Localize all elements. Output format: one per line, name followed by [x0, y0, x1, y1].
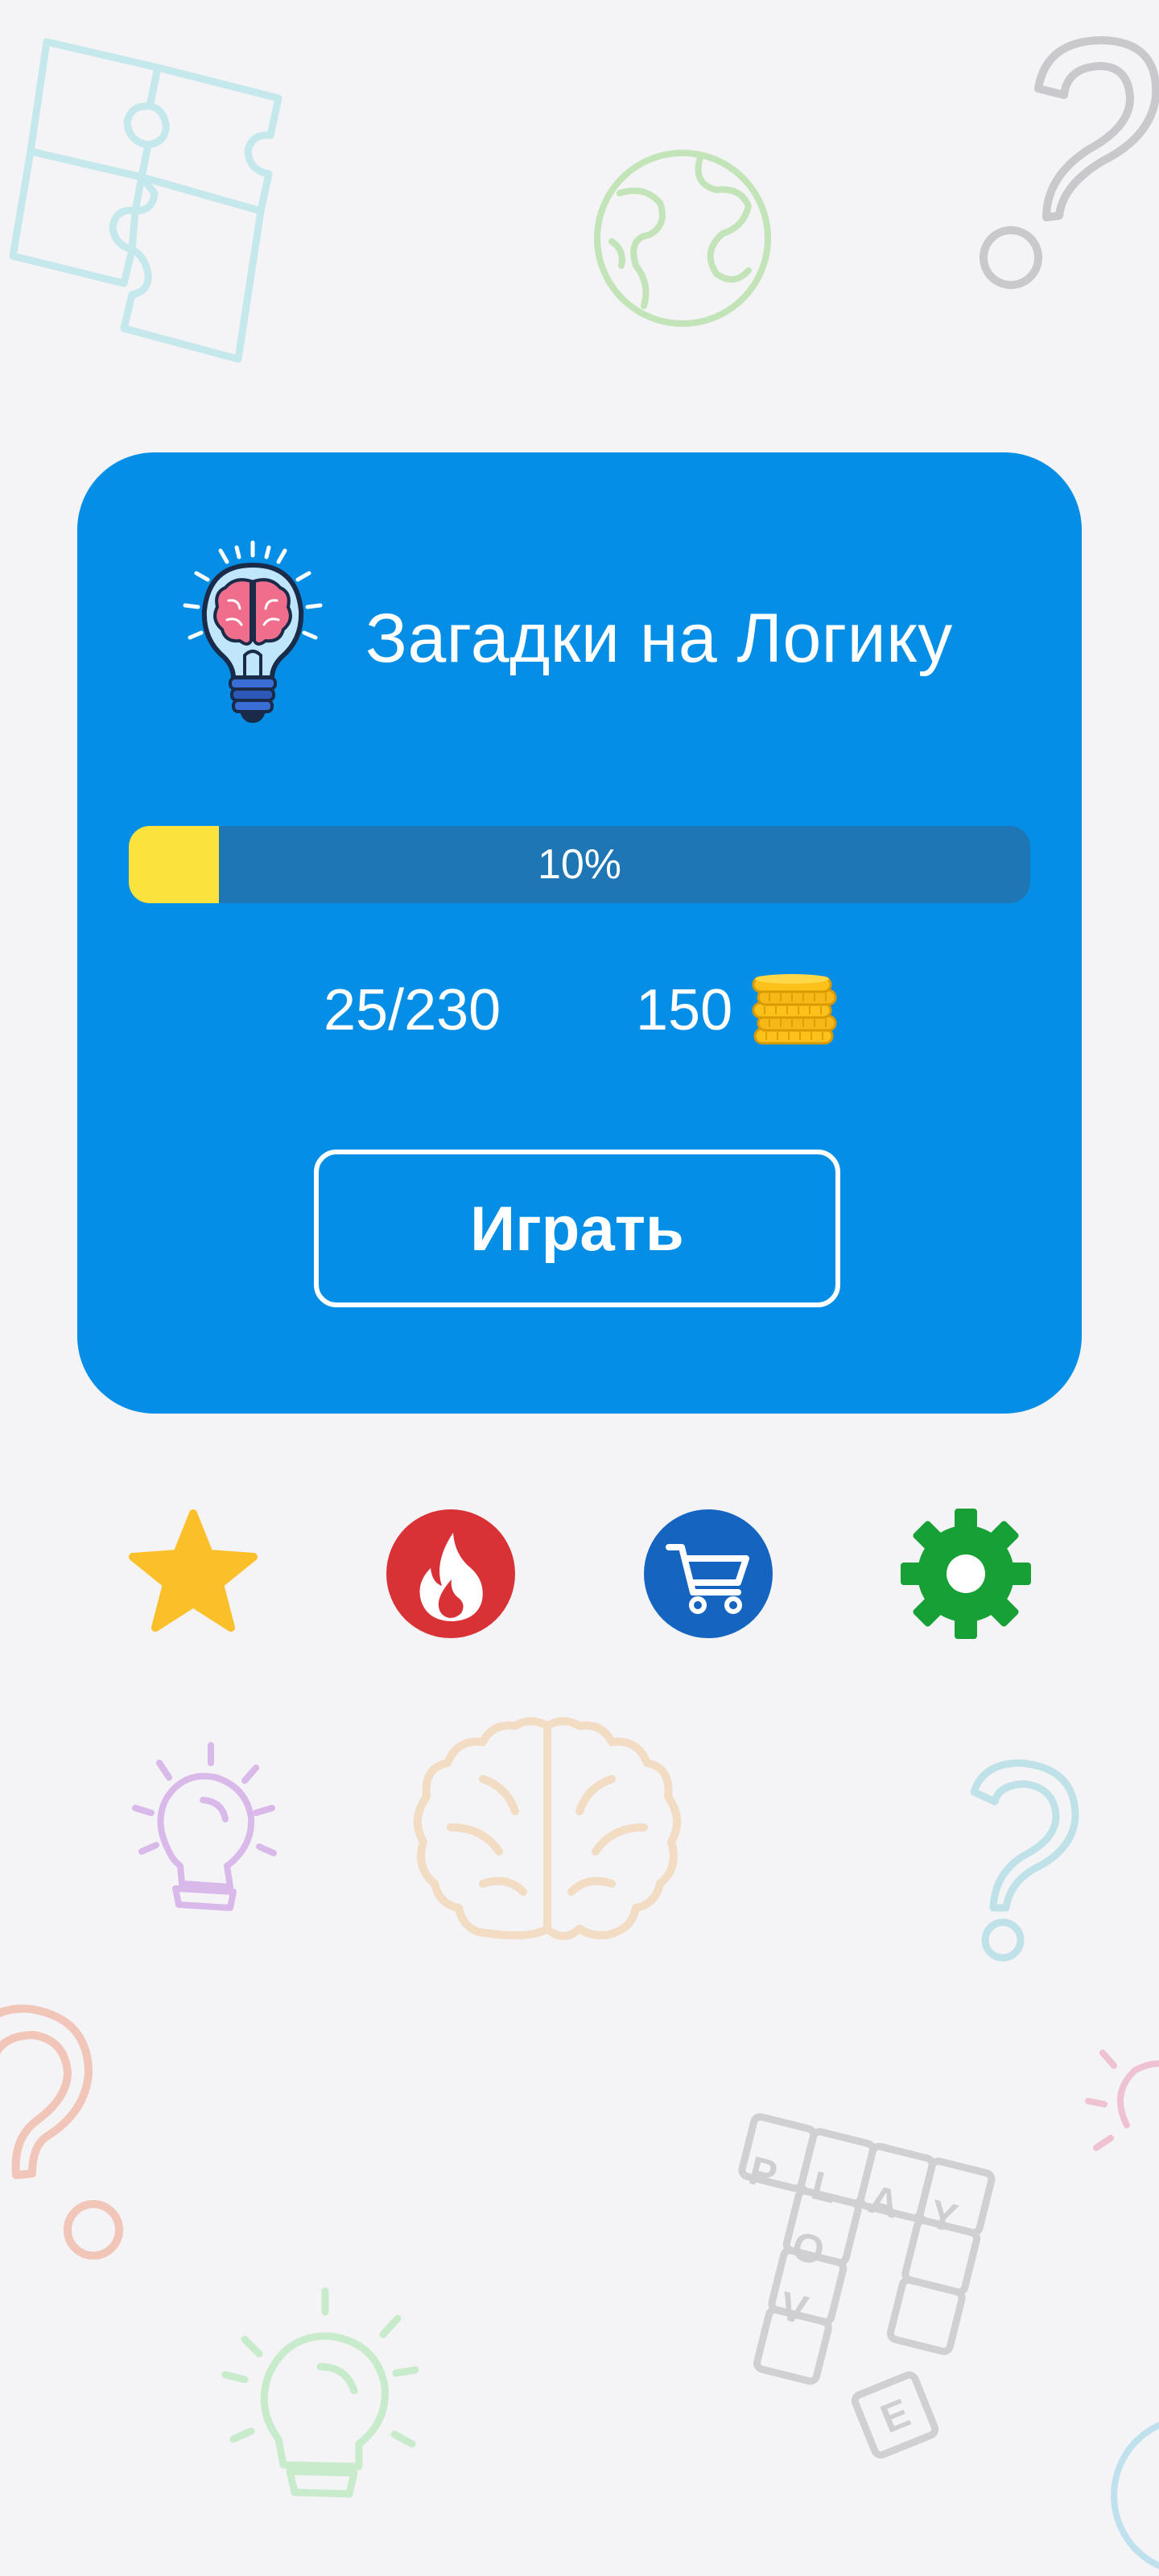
- crossword-icon: [738, 2113, 996, 2459]
- play-button[interactable]: Играть: [314, 1150, 840, 1307]
- app-header: Загадки на Логику: [172, 536, 1025, 729]
- globe-icon: [594, 150, 771, 327]
- crossword-letter: P: [744, 2148, 782, 2198]
- lightbulb-doodle-icon: [132, 1742, 277, 1911]
- stats-row: 25/230 150: [77, 960, 1082, 1056]
- progress-bar: 10%: [129, 826, 1030, 903]
- shop-button[interactable]: [640, 1505, 777, 1642]
- favorites-button[interactable]: [125, 1505, 262, 1642]
- globe-icon: [1111, 2421, 1159, 2570]
- settings-button[interactable]: [897, 1505, 1034, 1642]
- crossword-letter: O: [788, 2223, 829, 2274]
- crossword-letter: E: [874, 2390, 916, 2442]
- app-title: Загадки на Логику: [365, 600, 953, 677]
- action-bar: [0, 1505, 1159, 1642]
- star-icon: [129, 1509, 258, 1632]
- question-mark-icon: [980, 36, 1159, 289]
- gear-icon: [901, 1509, 1031, 1639]
- main-card: Загадки на Логику 10% 25/230 150 Играть: [77, 452, 1082, 1414]
- progress-label: 10%: [537, 841, 622, 888]
- lightbulb-doodle-icon: [1085, 2050, 1159, 2151]
- puzzle-icon: [9, 38, 283, 363]
- levels-counter: 25/230: [324, 978, 501, 1042]
- coins-counter: 150: [636, 978, 733, 1042]
- lightbulb-brain-icon: [183, 540, 323, 723]
- fire-icon: [386, 1509, 515, 1638]
- cart-icon: [644, 1509, 773, 1638]
- brain-doodle-icon: [414, 1717, 681, 1940]
- lightbulb-doodle-icon: [221, 2287, 419, 2498]
- popular-button[interactable]: [382, 1505, 519, 1642]
- crossword-letter: V: [775, 2283, 813, 2334]
- question-mark-icon: [0, 2004, 123, 2260]
- coin-stack-icon: [752, 974, 837, 1045]
- question-mark-icon: [970, 1759, 1079, 1962]
- crossword-letter: Y: [925, 2191, 962, 2241]
- crossword-letter: A: [864, 2176, 904, 2227]
- crossword-letter: L: [807, 2162, 842, 2212]
